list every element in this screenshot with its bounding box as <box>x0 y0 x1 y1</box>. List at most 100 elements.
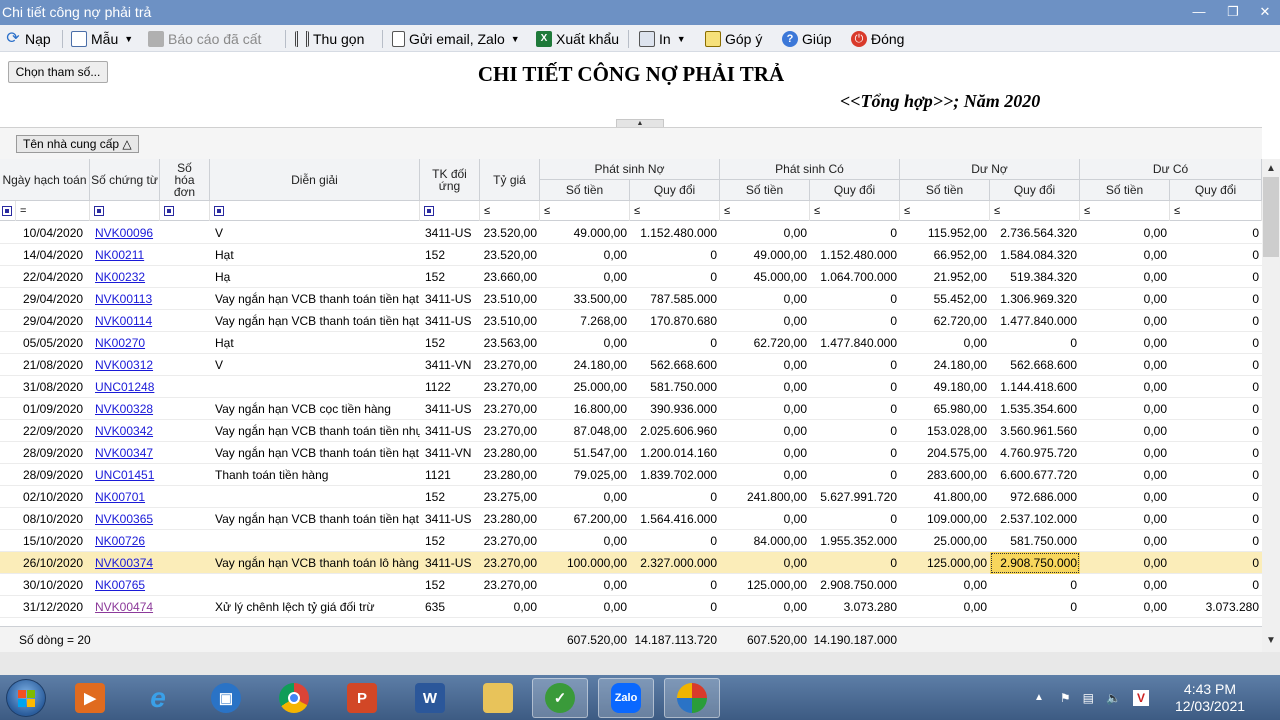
gop-y-button[interactable]: Góp ý <box>705 29 762 49</box>
header-so-hoa-don[interactable]: Số hóa đơn <box>160 159 210 201</box>
cell-so-chung-tu[interactable]: NK00232 <box>90 266 160 288</box>
table-row[interactable]: 26/10/2020 NVK00374 Vay ngắn hạn VCB thanh… <box>0 552 1262 574</box>
giup-button[interactable]: ? Giúp <box>782 29 832 49</box>
header-dn-so-tien[interactable]: Số tiền <box>900 180 990 201</box>
table-row[interactable]: 31/08/2020 UNC01248 1122 23.270,00 25.000,00… <box>0 376 1262 398</box>
header-tk-doi-ung[interactable]: TK đối ứng <box>420 159 480 201</box>
table-row[interactable]: 14/04/2020 NK00211 Hạt 152 23.520,00 0,00 0 49.… <box>0 244 1262 266</box>
cell-so-chung-tu[interactable]: UNC01451 <box>90 464 160 486</box>
cell-so-chung-tu[interactable]: NVK00328 <box>90 398 160 420</box>
taskbar-chrome[interactable] <box>266 678 322 718</box>
header-dc-so-tien[interactable]: Số tiền <box>1080 180 1170 201</box>
header-ty-gia[interactable]: Tỷ giá <box>480 159 540 201</box>
table-row[interactable]: 28/09/2020 NVK00347 Vay ngắn hạn VCB thanh… <box>0 442 1262 464</box>
start-button[interactable] <box>6 679 46 717</box>
network-icon[interactable]: ▤ <box>1083 691 1094 705</box>
cell-so-chung-tu[interactable]: NK00211 <box>90 244 160 266</box>
header-dc-quy-doi[interactable]: Quy đổi <box>1170 180 1262 201</box>
header-ngay-hach-toan[interactable]: Ngày hạch toán <box>0 159 90 201</box>
show-hidden-icons[interactable]: ▲ <box>1034 692 1044 703</box>
filter-dc-quy-doi[interactable]: ≤ <box>1170 201 1262 221</box>
filter-psn-quy-doi[interactable]: ≤ <box>630 201 720 221</box>
filter-ngay[interactable]: = <box>16 201 90 221</box>
cell-so-chung-tu[interactable]: NVK00474 <box>90 596 160 618</box>
filter-dc-so-tien[interactable]: ≤ <box>1080 201 1170 221</box>
cell-so-chung-tu[interactable]: NVK00114 <box>90 310 160 332</box>
table-row[interactable]: 29/04/2020 NVK00113 Vay ngắn hạn VCB thanh… <box>0 288 1262 310</box>
close-button[interactable]: ✕ <box>1254 2 1276 22</box>
header-so-chung-tu[interactable]: Số chứng từ <box>90 159 160 201</box>
table-row[interactable]: 10/04/2020 NVK00096 V 3411-US 23.520,00 49.00… <box>0 222 1262 244</box>
table-row[interactable]: 05/05/2020 NK00270 Hạt 152 23.563,00 0,00 0 62.… <box>0 332 1262 354</box>
cell-so-chung-tu[interactable]: NK00701 <box>90 486 160 508</box>
table-row[interactable]: 21/08/2020 NVK00312 V 3411-VN 23.270,00 24.18… <box>0 354 1262 376</box>
action-center-icon[interactable]: ⚑ <box>1060 691 1071 705</box>
header-dn-quy-doi[interactable]: Quy đổi <box>990 180 1080 201</box>
filter-editor-icon[interactable] <box>0 201 16 221</box>
filter-psc-so-tien[interactable]: ≤ <box>720 201 810 221</box>
cell-so-chung-tu[interactable]: NVK00374 <box>90 552 160 574</box>
table-row[interactable]: 29/04/2020 NVK00114 Vay ngắn hạn VCB thanh… <box>0 310 1262 332</box>
table-row[interactable]: 28/09/2020 UNC01451 Thanh toán tiền hàng 11… <box>0 464 1262 486</box>
xuat-khau-button[interactable]: X Xuất khẩu <box>536 29 619 49</box>
scroll-down-icon[interactable]: ▼ <box>1266 635 1276 646</box>
cell-so-chung-tu[interactable]: NVK00113 <box>90 288 160 310</box>
cell-so-chung-tu[interactable]: NVK00347 <box>90 442 160 464</box>
header-dien-giai[interactable]: Diễn giải <box>210 159 420 201</box>
cell-so-chung-tu[interactable]: NVK00365 <box>90 508 160 530</box>
filter-so-hoa-don[interactable] <box>160 201 210 221</box>
filter-dn-quy-doi[interactable]: ≤ <box>990 201 1080 221</box>
table-row[interactable]: 31/12/2020 NVK00474 Xử lý chênh lệch tỷ gi… <box>0 596 1262 618</box>
filter-psn-so-tien[interactable]: ≤ <box>540 201 630 221</box>
cell-so-chung-tu[interactable]: NK00726 <box>90 530 160 552</box>
chevron-down-icon[interactable]: ▼ <box>511 34 520 44</box>
group-by-chip[interactable]: Tên nhà cung cấp △ <box>16 135 139 153</box>
filter-tk-doi-ung[interactable] <box>420 201 480 221</box>
cell-so-chung-tu[interactable]: NVK00342 <box>90 420 160 442</box>
thu-gon-button[interactable]: Thu gọn <box>295 29 364 49</box>
chevron-down-icon[interactable]: ▼ <box>124 34 133 44</box>
chevron-down-icon[interactable]: ▼ <box>677 34 686 44</box>
filter-dien-giai[interactable] <box>210 201 420 221</box>
scroll-thumb[interactable] <box>1263 177 1279 257</box>
bao-cao-da-cat-button[interactable]: Báo cáo đã cất <box>148 29 261 49</box>
table-row[interactable]: 08/10/2020 NVK00365 Vay ngắn hạn VCB thanh… <box>0 508 1262 530</box>
vietnamese-input-icon[interactable]: V <box>1132 689 1149 706</box>
nap-button[interactable]: ⟳ Nạp <box>5 29 50 49</box>
minimize-button[interactable]: — <box>1188 2 1210 22</box>
filter-so-chung-tu[interactable] <box>90 201 160 221</box>
table-row[interactable]: 30/10/2020 NK00765 152 23.270,00 0,00 0 125.00… <box>0 574 1262 596</box>
cell-so-chung-tu[interactable]: NVK00096 <box>90 222 160 244</box>
taskbar-snipping-tool[interactable] <box>664 678 720 718</box>
volume-icon[interactable]: 🔈 <box>1106 691 1121 705</box>
table-row[interactable]: 01/09/2020 NVK00328 Vay ngắn hạn VCB cọc t… <box>0 398 1262 420</box>
taskbar-word[interactable]: W <box>402 678 458 718</box>
mau-button[interactable]: Mẫu ▼ <box>71 29 133 49</box>
taskbar-zalo[interactable]: Zalo <box>598 678 654 718</box>
taskbar-remote-desktop[interactable]: ▣ <box>198 678 254 718</box>
taskbar-internet-explorer[interactable]: e <box>130 678 186 718</box>
scroll-up-icon[interactable]: ▲ <box>1266 163 1276 174</box>
in-button[interactable]: In ▼ <box>639 29 686 49</box>
taskbar-clock[interactable]: 4:43 PM 12/03/2021 <box>1160 681 1260 715</box>
header-psn-so-tien[interactable]: Số tiền <box>540 180 630 201</box>
cell-so-chung-tu[interactable]: NK00270 <box>90 332 160 354</box>
table-row[interactable]: 02/10/2020 NK00701 152 23.275,00 0,00 0 241.80… <box>0 486 1262 508</box>
taskbar-powerpoint[interactable]: P <box>334 678 390 718</box>
header-psn-quy-doi[interactable]: Quy đổi <box>630 180 720 201</box>
header-psc-so-tien[interactable]: Số tiền <box>720 180 810 201</box>
filter-dn-so-tien[interactable]: ≤ <box>900 201 990 221</box>
taskbar-media-player[interactable]: ▶ <box>62 678 118 718</box>
gui-email-button[interactable]: Gửi email, Zalo ▼ <box>392 29 520 49</box>
header-psc-quy-doi[interactable]: Quy đổi <box>810 180 900 201</box>
table-row[interactable]: 15/10/2020 NK00726 152 23.270,00 0,00 0 84.000… <box>0 530 1262 552</box>
table-row[interactable]: 22/04/2020 NK00232 Hạ 152 23.660,00 0,00 0 45.0… <box>0 266 1262 288</box>
taskbar-accounting-app[interactable]: ✓ <box>532 678 588 718</box>
dong-button[interactable]: ⏻ Đóng <box>851 29 904 49</box>
cell-so-chung-tu[interactable]: NVK00312 <box>90 354 160 376</box>
cell-so-chung-tu[interactable]: UNC01248 <box>90 376 160 398</box>
taskbar-file-explorer[interactable] <box>470 678 526 718</box>
restore-button[interactable]: ❐ <box>1222 2 1244 22</box>
vertical-scrollbar[interactable]: ▲ ▼ <box>1262 159 1280 652</box>
filter-ty-gia[interactable]: ≤ <box>480 201 540 221</box>
